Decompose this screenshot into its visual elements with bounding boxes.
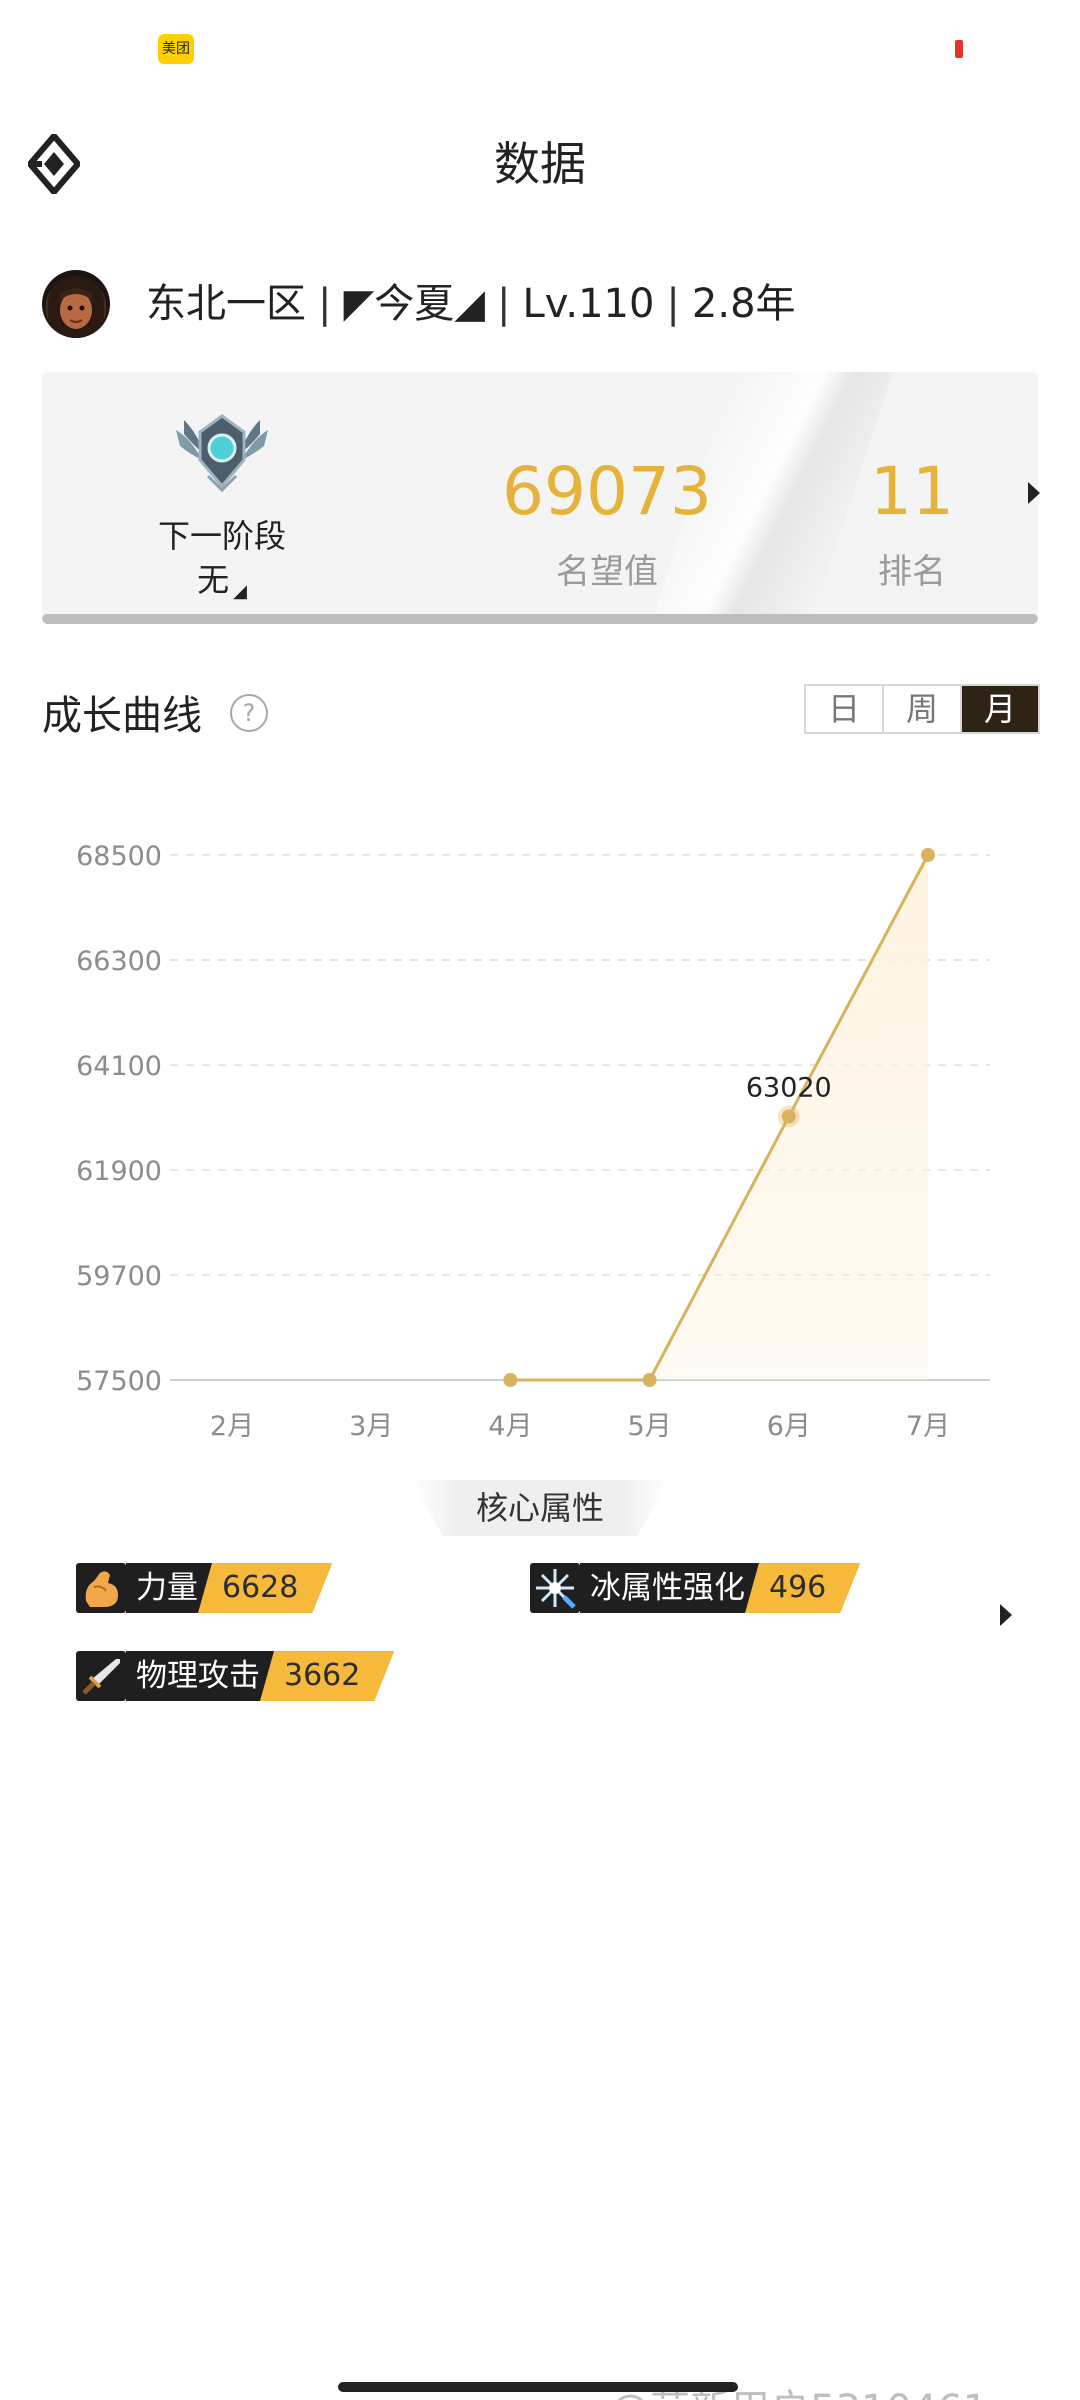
data-point: [503, 1373, 518, 1387]
attribute-value: 496: [745, 1563, 860, 1613]
server-name: 东北一区: [146, 281, 306, 327]
growth-chart: 57500 59700 61900 64100 66300 68500 2月 3月 4月 5月 6月…: [0, 800, 1080, 1460]
attribute-name: 物理攻击: [126, 1651, 274, 1701]
attribute-ice-enhance: 冰属性强化 496: [530, 1562, 860, 1614]
attribute-value: 3662: [260, 1651, 394, 1701]
x-tick-label: 7月: [906, 1411, 950, 1442]
meituan-notification-icon: 美团: [158, 34, 194, 64]
y-tick-label: 66300: [76, 946, 162, 977]
core-attributes-title: 核心属性: [475, 1489, 604, 1527]
card-bottom-bar: [42, 614, 1038, 624]
x-tick-label: 3月: [349, 1411, 393, 1442]
y-tick-label: 68500: [76, 841, 162, 872]
dropdown-triangle-icon: ◢: [233, 581, 247, 602]
profile-summary: 东北一区 | ◤今夏◢ | Lv.110 | 2.8年: [146, 274, 796, 334]
attribute-value: 6628: [198, 1563, 332, 1613]
tab-week[interactable]: 周: [882, 686, 960, 732]
avatar-portrait-icon: [48, 276, 104, 338]
role-name-right-ornament-icon: ◢: [454, 281, 486, 327]
stats-card[interactable]: 下一阶段 无 ◢ 69073 名望值 11 排名: [42, 372, 1038, 624]
y-tick-label: 64100: [76, 1051, 162, 1082]
title-bar: 数据: [0, 110, 1080, 220]
y-tick-label: 57500: [76, 1366, 162, 1397]
fame-value: 69073: [502, 453, 712, 530]
battery-indicator-icon: [955, 40, 963, 58]
status-bar: 美团: [0, 0, 1080, 96]
data-point: [921, 848, 935, 862]
next-stage-label: 下一阶段: [157, 517, 286, 555]
series-area: [510, 855, 928, 1380]
attribute-name: 力量: [126, 1563, 212, 1613]
attributes-next-arrow-icon[interactable]: [1000, 1604, 1012, 1626]
attribute-physical-attack: 物理攻击 3662: [76, 1650, 394, 1702]
avatar[interactable]: [42, 270, 110, 338]
x-tick-label: 2月: [210, 1411, 254, 1442]
growth-header: 成长曲线 ? 日 周 月: [0, 680, 1080, 750]
rank-emblem-icon: [176, 414, 268, 493]
fame-label: 名望值: [556, 552, 658, 592]
ice-icon: [530, 1563, 580, 1613]
fist-icon: [76, 1563, 126, 1613]
separator: |: [666, 281, 680, 327]
role-name: 今夏: [374, 281, 455, 327]
page-title: 数据: [494, 137, 586, 191]
account-years: 2.8年: [691, 281, 796, 327]
rank-label: 排名: [878, 552, 946, 592]
x-tick-label: 5月: [628, 1411, 672, 1442]
y-tick-label: 59700: [76, 1261, 162, 1292]
x-tick-label: 4月: [488, 1411, 532, 1442]
growth-title: 成长曲线: [42, 693, 202, 739]
profile-row[interactable]: 东北一区 | ◤今夏◢ | Lv.110 | 2.8年: [0, 262, 1080, 342]
x-tick-label: 6月: [767, 1411, 811, 1442]
tab-day[interactable]: 日: [806, 686, 882, 732]
attribute-name: 冰属性强化: [580, 1563, 759, 1613]
home-indicator[interactable]: [338, 2382, 738, 2392]
rank-value: 11: [870, 453, 954, 530]
separator: |: [497, 281, 511, 327]
role-name-left-ornament-icon: ◤: [343, 281, 375, 327]
next-stage-value-text: 无: [197, 561, 230, 599]
help-icon[interactable]: ?: [230, 694, 268, 732]
y-tick-label: 61900: [76, 1156, 162, 1187]
sword-icon: [76, 1651, 126, 1701]
period-tabs: 日 周 月: [804, 684, 1040, 734]
next-stage-value[interactable]: 无 ◢: [112, 558, 332, 614]
data-label: 63020: [746, 1073, 832, 1104]
role-level: Lv.110: [522, 281, 655, 327]
data-point-halo: [777, 1105, 800, 1128]
tab-month[interactable]: 月: [960, 686, 1038, 732]
page: 美团 数据 东北一区 | ◤今夏◢ | Lv.110 | 2.8年 下一阶段 无…: [0, 0, 1080, 2400]
growth-chart-svg: 57500 59700 61900 64100 66300 68500 2月 3月 4月 5月 6月…: [76, 841, 990, 1442]
attribute-strength: 力量 6628: [76, 1562, 332, 1614]
separator: |: [318, 281, 332, 327]
stats-next-arrow-icon[interactable]: [1028, 482, 1040, 504]
data-point: [642, 1373, 657, 1387]
